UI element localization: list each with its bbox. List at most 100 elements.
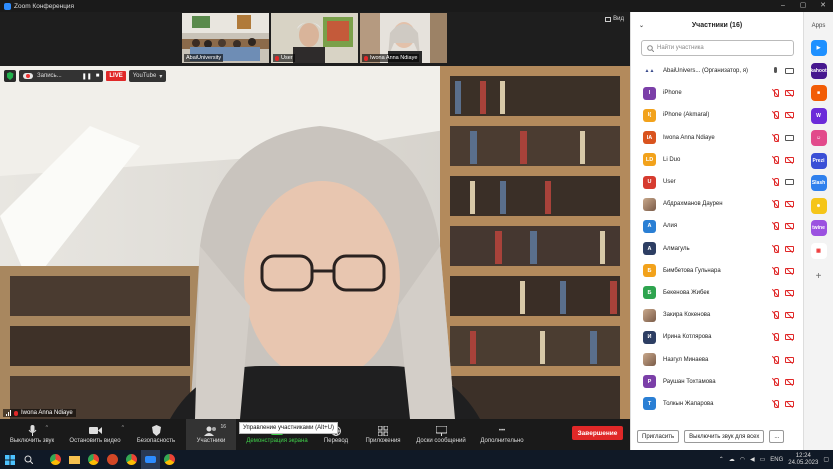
search-placeholder: Найти участника — [657, 45, 704, 51]
participant-name: Бекенова Жибек — [663, 289, 710, 296]
app-shortcut[interactable]: W — [804, 107, 833, 131]
chevron-up-icon[interactable]: ^ — [122, 425, 124, 431]
participant-row[interactable]: Закира Кокенова — [631, 304, 803, 326]
participant-row[interactable]: Б Бекенова Жибек — [631, 282, 803, 304]
participants-button[interactable]: Участники 16 — [186, 419, 236, 450]
chevron-up-icon[interactable]: ⌃ — [719, 456, 724, 463]
apps-sidebar: Apps ▶ kahoot ■ W ☺ Prezi Slash ☻ twine ▦ + — [803, 12, 833, 450]
participant-row[interactable]: Р Раушан Тохтамова — [631, 371, 803, 393]
thumbnail-video[interactable]: User — [271, 13, 358, 63]
participant-row[interactable]: Абдрахманов Даурен — [631, 193, 803, 215]
input-language[interactable]: ENG — [770, 457, 783, 463]
stop-recording-button[interactable]: ■ — [96, 73, 100, 79]
app-shortcut[interactable]: ■ — [804, 85, 833, 108]
chrome-icon[interactable] — [122, 450, 141, 469]
participant-name: Li Duo — [663, 156, 681, 163]
participant-row[interactable]: U User — [631, 171, 803, 193]
app-shortcut[interactable]: ▦ — [804, 242, 833, 266]
pause-recording-button[interactable]: ❚❚ — [82, 73, 92, 80]
recording-status[interactable]: Запись... ❚❚ ■ — [19, 70, 104, 82]
camera-off-icon — [785, 334, 794, 341]
participant-row[interactable]: А Алмагуль — [631, 238, 803, 260]
clock[interactable]: 12:24 24.05.2023 — [788, 453, 818, 467]
participants-icon — [204, 425, 218, 436]
participant-row[interactable]: Т Толкын Жапарова — [631, 393, 803, 415]
app-shortcut[interactable]: Slash — [804, 175, 833, 198]
app-shortcut[interactable]: kahoot — [804, 62, 833, 86]
muted-mic-icon — [772, 377, 779, 386]
thumbnail-name: User — [281, 55, 293, 61]
participant-name: Ирина Котлярова — [663, 334, 712, 341]
mute-button[interactable]: Выключить звук ^ — [0, 419, 64, 450]
start-button[interactable] — [0, 450, 19, 469]
battery-icon[interactable]: ▭ — [760, 456, 766, 463]
mute-label: Выключить звук — [9, 438, 55, 444]
muted-mic-icon — [772, 311, 779, 320]
participant-status-icons — [772, 111, 794, 120]
live-badge: LIVE — [106, 71, 126, 81]
mute-all-button[interactable]: Выключить звук для всех — [684, 430, 765, 443]
participant-row[interactable]: IA Iwona Anna Ndiaye — [631, 127, 803, 149]
windows-taskbar: ⌃ ☁ ◠ ◀ ▭ ENG 12:24 24.05.2023 ▢ — [0, 450, 833, 469]
participant-row[interactable]: Б Бимбетова Гульнара — [631, 260, 803, 282]
onedrive-cloud-icon[interactable]: ☁ — [729, 456, 735, 463]
panel-more-button[interactable]: ... — [769, 430, 785, 443]
notifications-icon[interactable]: ▢ — [823, 456, 829, 463]
file-explorer-icon[interactable] — [65, 450, 84, 469]
app-shortcut[interactable]: twine — [804, 220, 833, 243]
chrome-icon[interactable] — [160, 450, 179, 469]
participant-row[interactable]: ▲▲ AbaiUnivers... (Организатор, я) — [631, 60, 803, 82]
maximize-button[interactable]: ▢ — [793, 0, 813, 12]
camera-off-icon — [785, 201, 794, 208]
participant-status-icons — [772, 200, 794, 209]
collapse-chevron-icon[interactable]: ⌄ — [639, 22, 644, 29]
stop-video-button[interactable]: Остановить видео ^ — [64, 419, 126, 450]
app-shortcut[interactable]: Prezi — [804, 152, 833, 176]
more-button[interactable]: ••• Дополнительно — [470, 419, 534, 450]
participant-search-input[interactable]: Найти участника — [641, 40, 794, 56]
minimize-button[interactable]: – — [773, 0, 793, 12]
chevron-up-icon[interactable]: ^ — [46, 425, 48, 431]
thumbnail-video[interactable]: Iwona Anna Ndiaye — [360, 13, 447, 63]
participant-row[interactable]: LD Li Duo — [631, 149, 803, 171]
participants-header: ⌄ Участники (16) — [631, 12, 803, 38]
security-button[interactable]: Безопасность — [126, 419, 186, 450]
participant-name: Толкын Жапарова — [663, 400, 714, 407]
participant-avatar: I — [643, 86, 656, 100]
add-app-button[interactable]: + — [804, 271, 833, 282]
chrome-icon[interactable] — [46, 450, 65, 469]
close-button[interactable]: ✕ — [813, 0, 833, 12]
apps-button[interactable]: Приложения — [354, 419, 412, 450]
participant-row[interactable]: Назгул Минаева — [631, 348, 803, 370]
translate-label: Перевод — [323, 438, 349, 444]
participant-status-icons — [772, 333, 794, 342]
app-icon: ▶ — [810, 40, 827, 56]
end-meeting-button[interactable]: Завершение — [572, 426, 623, 440]
encryption-shield-icon[interactable] — [4, 70, 16, 82]
participants-panel: ⌄ Участники (16) Найти участника ▲▲ AbaiU… — [630, 12, 803, 450]
participant-list: ▲▲ AbaiUnivers... (Организатор, я) IiPhone… — [631, 60, 803, 415]
whiteboards-button[interactable]: Доски сообщений — [412, 419, 470, 450]
app-shortcut[interactable]: ☺ — [804, 130, 833, 153]
chrome-icon[interactable] — [84, 450, 103, 469]
participant-row[interactable]: I(iPhone (Akmaral) — [631, 104, 803, 126]
windows-logo-icon — [4, 454, 15, 465]
app-icon: Slash — [810, 175, 827, 191]
volume-icon[interactable]: ◀ — [750, 456, 755, 463]
app-shortcut[interactable]: ☻ — [804, 197, 833, 221]
view-button[interactable]: Вид — [605, 16, 624, 22]
zoom-taskbar-icon[interactable] — [141, 450, 160, 469]
participants-label: Участники — [196, 438, 226, 444]
participant-row[interactable]: IiPhone — [631, 82, 803, 104]
wifi-icon[interactable]: ◠ — [740, 456, 745, 463]
app-shortcut[interactable]: ▶ — [804, 40, 833, 63]
thumbnail-video[interactable]: AbaiUniversity — [182, 13, 269, 63]
active-speaker-name: Iwona Anna Ndiaye — [21, 410, 73, 416]
stream-platform-dropdown[interactable]: YouTube ▾ — [128, 70, 167, 82]
participant-row[interactable]: А Алия — [631, 215, 803, 237]
search-icon[interactable] — [19, 450, 38, 469]
apps-sidebar-title: Apps — [811, 23, 826, 29]
participant-row[interactable]: И Ирина Котлярова — [631, 326, 803, 348]
powerpoint-icon[interactable] — [103, 450, 122, 469]
invite-button[interactable]: Пригласить — [637, 430, 680, 443]
